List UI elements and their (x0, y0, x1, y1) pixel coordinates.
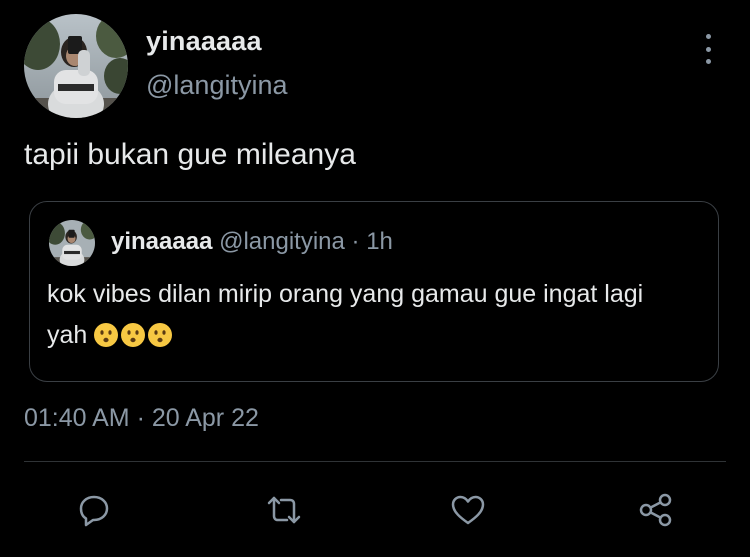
author-handle[interactable]: @langityina (146, 70, 288, 101)
like-icon (451, 495, 485, 525)
action-bar (0, 480, 750, 540)
hushed-face-icon (121, 323, 146, 347)
quoted-author-name: yinaaaaa (111, 228, 213, 255)
quoted-author-avatar (49, 220, 95, 266)
hushed-face-icon (148, 323, 173, 347)
profile-photo (49, 220, 95, 266)
quoted-tweet-header: yinaaaaa @langityina · 1h (111, 228, 393, 256)
author-display-name[interactable]: yinaaaaa (146, 26, 262, 57)
quoted-author-handle: @langityina (219, 228, 345, 255)
reply-icon (79, 495, 109, 527)
author-avatar[interactable] (24, 14, 128, 118)
retweet-icon (267, 496, 301, 524)
reply-button[interactable] (72, 488, 116, 532)
quoted-tweet-body: kok vibes dilan mirip orang yang gamau g… (47, 274, 687, 356)
emoji-group (93, 322, 173, 348)
more-options-icon[interactable] (696, 34, 720, 64)
quoted-tweet-card[interactable]: yinaaaaa @langityina · 1h kok vibes dila… (29, 201, 719, 382)
like-button[interactable] (446, 488, 490, 532)
quoted-separator: · (351, 228, 360, 255)
profile-photo (24, 14, 128, 118)
tweet-timestamp[interactable]: 01:40 AM · 20 Apr 22 (24, 404, 259, 433)
quoted-tweet-age: 1h (366, 228, 393, 255)
share-icon (639, 493, 672, 527)
share-button[interactable] (634, 488, 678, 532)
tweet-text: tapii bukan gue mileanya (24, 138, 356, 171)
hushed-face-icon (94, 323, 119, 347)
retweet-button[interactable] (262, 488, 306, 532)
divider (24, 461, 726, 462)
